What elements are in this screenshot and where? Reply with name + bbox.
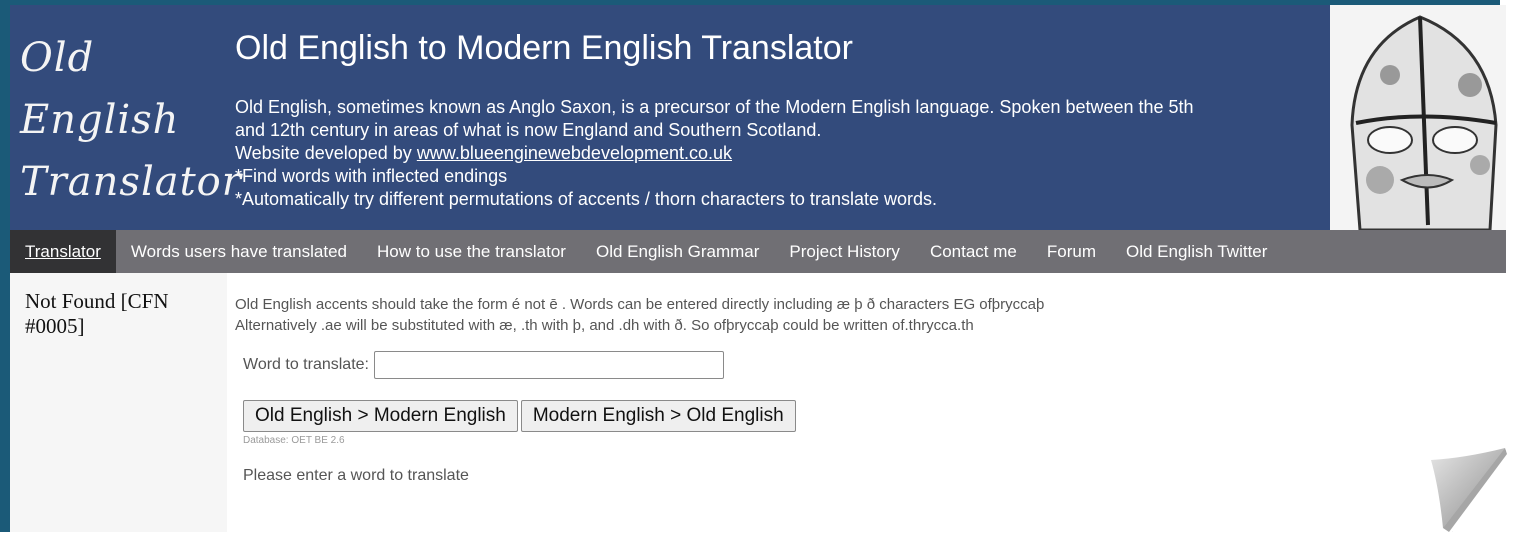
- nav-words-users-translated[interactable]: Words users have translated: [116, 230, 362, 273]
- word-input[interactable]: [373, 351, 724, 379]
- site-logo[interactable]: Old English Translator: [20, 27, 242, 213]
- usage-info: Old English accents should take the form…: [235, 294, 1435, 336]
- me-to-oe-button[interactable]: Modern English > Old English: [520, 400, 796, 432]
- word-row: Word to translate:: [243, 351, 724, 379]
- oe-to-me-button[interactable]: Old English > Modern English: [243, 400, 518, 432]
- frame-left-border: [0, 0, 10, 532]
- description-line-2: and 12th century in areas of what is now…: [235, 120, 822, 140]
- page-title: Old English to Modern English Translator: [235, 29, 853, 67]
- feature-permutations: *Automatically try different permutation…: [235, 189, 937, 209]
- developer-prefix: Website developed by: [235, 143, 412, 163]
- page-curl-icon: [1427, 448, 1507, 532]
- site-header: Old English Translator Old English to Mo…: [10, 5, 1330, 230]
- helmet-sketch-icon: [1330, 5, 1506, 230]
- nav-translator[interactable]: Translator: [10, 230, 116, 273]
- nav-project-history[interactable]: Project History: [774, 230, 915, 273]
- nav-twitter[interactable]: Old English Twitter: [1111, 230, 1282, 273]
- translate-buttons: Old English > Modern English Modern Engl…: [243, 400, 799, 432]
- page: Old English Translator Old English to Mo…: [10, 5, 1506, 532]
- helmet-image: [1330, 5, 1506, 230]
- logo-line-2: Translator: [20, 159, 242, 205]
- main-nav: Translator Words users have translated H…: [10, 230, 1506, 273]
- developer-credit: Website developed by www.blueenginewebde…: [235, 142, 1305, 165]
- description-line-1: Old English, sometimes known as Anglo Sa…: [235, 97, 1194, 117]
- translator-panel: Old English accents should take the form…: [235, 273, 1435, 484]
- info-line-2: Alternatively .ae will be substituted wi…: [235, 317, 974, 334]
- feature-inflected: *Find words with inflected endings: [235, 166, 508, 186]
- word-label: Word to translate:: [243, 356, 369, 373]
- site-description: Old English, sometimes known as Anglo Sa…: [235, 96, 1305, 211]
- logo-line-1: Old English: [20, 35, 180, 143]
- info-line-1: Old English accents should take the form…: [235, 296, 1045, 313]
- developer-link[interactable]: www.blueenginewebdevelopment.co.uk: [417, 143, 732, 163]
- database-version: Database: OET BE 2.6: [243, 435, 345, 446]
- sidebar: Not Found [CFN #0005]: [10, 273, 227, 532]
- status-message: Please enter a word to translate: [243, 467, 469, 484]
- not-found-message: Not Found [CFN #0005]: [25, 289, 169, 338]
- nav-grammar[interactable]: Old English Grammar: [581, 230, 774, 273]
- nav-contact[interactable]: Contact me: [915, 230, 1032, 273]
- nav-forum[interactable]: Forum: [1032, 230, 1111, 273]
- nav-how-to-use[interactable]: How to use the translator: [362, 230, 581, 273]
